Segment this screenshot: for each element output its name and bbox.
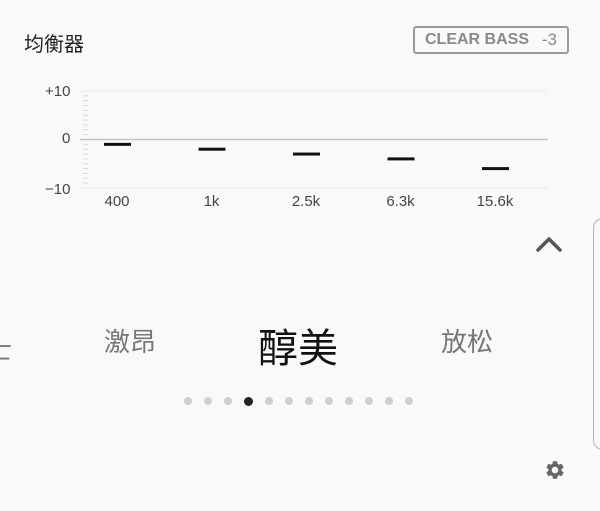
page-dot[interactable] [325, 397, 333, 405]
eq-band-level[interactable] [482, 167, 509, 171]
side-panel-handle[interactable] [593, 218, 600, 450]
y-tick-label: −10 [45, 181, 70, 198]
page-dot[interactable] [265, 397, 273, 405]
page-dot[interactable] [305, 397, 313, 405]
page-dot[interactable] [405, 397, 413, 405]
x-tick-label: 2.5k [292, 193, 321, 210]
y-tick-label: +10 [45, 83, 70, 100]
y-tick-label: 0 [62, 130, 70, 147]
page-indicator [184, 396, 413, 406]
page-dot[interactable] [285, 397, 293, 405]
eq-band-level[interactable] [104, 142, 131, 146]
x-tick-label: 400 [104, 193, 129, 210]
page-dot[interactable] [204, 397, 212, 405]
page-dot[interactable] [345, 397, 353, 405]
page-dot-active[interactable] [244, 396, 253, 406]
preset-partial-left[interactable]: 士 [0, 330, 12, 367]
x-tick-label: 6.3k [386, 193, 415, 210]
eq-band-level[interactable] [387, 157, 415, 161]
page-dot[interactable] [184, 397, 192, 405]
page-dot[interactable] [365, 397, 373, 405]
preset-item-active[interactable]: 醇美 [258, 316, 338, 374]
x-tick-label: 1k [204, 193, 220, 210]
preset-item[interactable]: 放松 [441, 322, 493, 359]
gear-icon[interactable] [544, 459, 566, 481]
preset-item[interactable]: 激昂 [104, 322, 156, 359]
equalizer-chart: +10 0 −10 400 1k 2.5k 6.3k 15.6k [45, 83, 548, 210]
x-tick-label: 15.6k [477, 193, 514, 210]
page-dot[interactable] [224, 397, 232, 405]
eq-band-level[interactable] [293, 152, 320, 156]
clear-bass-label: CLEAR BASS [425, 31, 530, 48]
eq-band-level[interactable] [198, 147, 226, 151]
chevron-up-icon[interactable] [534, 232, 564, 256]
clear-bass-value: -3 [541, 30, 557, 49]
page-dot[interactable] [385, 397, 393, 405]
clear-bass-button[interactable]: CLEAR BASS -3 [413, 26, 569, 54]
page-title: 均衡器 [24, 32, 84, 56]
